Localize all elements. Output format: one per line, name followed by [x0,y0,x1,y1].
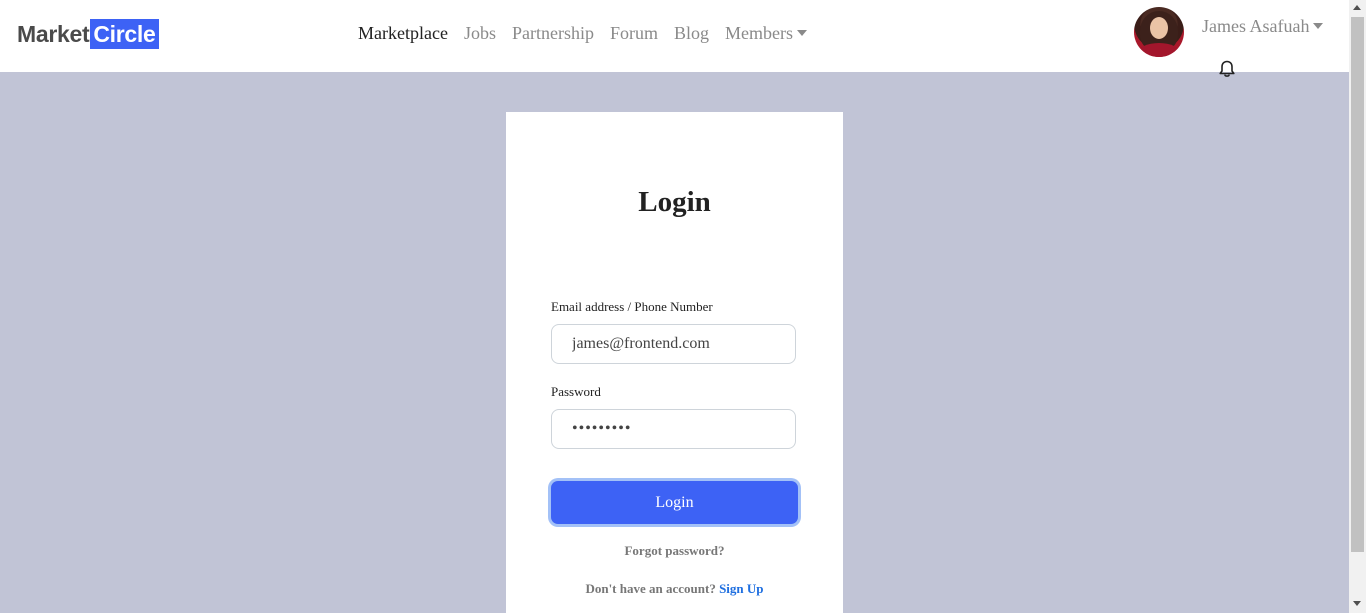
logo-text-market: Market [17,20,90,47]
signup-prompt: Don't have an account? Sign Up [506,581,843,597]
signup-link[interactable]: Sign Up [719,581,763,596]
caret-down-icon [1313,23,1324,30]
nav-link-forum[interactable]: Forum [610,23,658,44]
scrollbar-thumb[interactable] [1351,17,1364,552]
user-menu-toggle[interactable]: James Asafuah [1202,16,1324,37]
nav-link-blog[interactable]: Blog [674,23,709,44]
user-avatar[interactable] [1134,7,1184,57]
no-account-text: Don't have an account? [585,581,716,596]
password-label: Password [551,384,601,399]
avatar-shirt [1138,43,1180,57]
email-field[interactable] [551,324,796,364]
scroll-up-arrow-icon[interactable] [1353,5,1361,10]
bell-icon[interactable] [1217,59,1237,79]
logo-text-circle: Circle [90,19,160,49]
avatar-face [1150,17,1168,39]
password-field[interactable] [551,409,796,449]
nav-link-members[interactable]: Members [725,23,807,44]
login-title: Login [638,186,711,218]
email-label: Email address / Phone Number [551,299,713,314]
top-navbar: Market Circle Marketplace Jobs Partnersh… [0,0,1349,72]
login-card: Login Email address / Phone Number Passw… [506,112,843,613]
main-nav: Marketplace Jobs Partnership Forum Blog … [358,23,823,44]
user-name: James Asafuah [1202,16,1310,36]
nav-link-members-label: Members [724,23,793,43]
market-circle-logo[interactable]: Market Circle [17,19,160,49]
nav-link-jobs[interactable]: Jobs [464,23,496,44]
caret-down-icon [796,30,807,37]
login-button[interactable]: Login [551,481,798,524]
forgot-password-link[interactable]: Forgot password? [506,543,843,559]
nav-link-partnership[interactable]: Partnership [512,23,594,44]
vertical-scrollbar[interactable] [1349,0,1366,613]
nav-link-marketplace[interactable]: Marketplace [358,23,448,44]
scroll-down-arrow-icon[interactable] [1353,601,1361,606]
